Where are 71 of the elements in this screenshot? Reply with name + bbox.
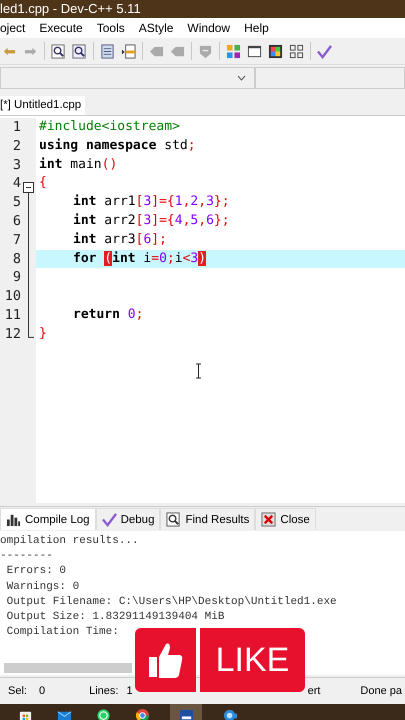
document-icon[interactable] [100, 44, 115, 58]
log-line: Compilation Time: [6, 625, 120, 640]
mail-icon [56, 710, 72, 720]
scrollbar-thumb[interactable] [4, 663, 132, 673]
line-number: 11 [4, 306, 22, 325]
code-line: return 0; [72, 306, 144, 324]
line-number: 5 [12, 193, 22, 212]
panel-tab[interactable]: Compile Log [0, 508, 96, 530]
goto-line-icon[interactable] [121, 44, 136, 58]
line-number: 1 [12, 118, 22, 137]
log-line: ompilation results... [0, 534, 140, 549]
line-number: 8 [12, 250, 22, 268]
code-line: using namespace std; [38, 136, 197, 155]
camera-icon [223, 709, 237, 720]
chevron-down-icon [237, 75, 246, 81]
taskbar-button[interactable] [170, 704, 202, 720]
fold-marker-icon[interactable] [23, 182, 35, 339]
like-badge: LIKE [200, 628, 305, 692]
menu-item[interactable]: Tools [96, 21, 125, 35]
browser-icon [135, 708, 149, 720]
status-value: 1 [126, 685, 133, 697]
line-number: 7 [12, 230, 22, 250]
line-number: 6 [12, 212, 22, 231]
palette-icon[interactable] [268, 44, 283, 58]
log-line: -------- [0, 549, 54, 564]
status-label: Lines: [89, 685, 118, 697]
status-value: 0 [38, 685, 46, 697]
status-value: ert [308, 685, 320, 697]
line-number: 4 [12, 174, 22, 194]
line-number: 3 [12, 156, 22, 174]
menu-item[interactable]: AStyle [138, 21, 174, 35]
bar-chart-icon [6, 512, 21, 527]
code-line: #include<iostream> [38, 118, 181, 136]
log-line: Output Filename: C:\Users\HP\Desktop\Untitled1.exe [6, 594, 338, 610]
menu-item[interactable]: Execute [39, 21, 83, 35]
search-icon [166, 512, 182, 527]
line-number: 10 [4, 287, 22, 306]
menu-item[interactable]: Help [244, 21, 269, 35]
line-number: 9 [12, 268, 22, 288]
window-title: led1.cpp - Dev-C++ 5.11 [0, 0, 405, 18]
chat-icon [96, 708, 110, 720]
file-tab[interactable]: [*] Untitled1.cpp [0, 96, 86, 115]
log-line: Output Size: 1.83291149139404 MiB [6, 610, 226, 626]
code-line: int arr3[6]; [72, 230, 168, 249]
check-icon[interactable] [317, 44, 332, 58]
app-icon [179, 709, 193, 720]
log-line: Warnings: 0 [6, 580, 80, 595]
code-line: } [38, 324, 48, 343]
status-label: Sel: [8, 685, 27, 697]
line-number: 2 [12, 136, 22, 156]
code-line: int arr1[3]={1,2,3}; [72, 193, 231, 212]
code-line: int main() [38, 156, 118, 174]
panel-tab[interactable]: Find Results [160, 508, 256, 530]
panel-tab[interactable]: Debug [96, 508, 160, 530]
store-icon [19, 711, 31, 720]
window-icon[interactable] [247, 44, 262, 58]
menu-item[interactable]: Window [187, 21, 230, 35]
code-line: int arr2[3]={4,5,6}; [72, 212, 231, 230]
panel-tab[interactable]: Close [255, 508, 316, 530]
check-icon [102, 512, 117, 527]
log-line: Errors: 0 [6, 564, 68, 580]
code-line: { [38, 174, 48, 192]
menu-item[interactable]: oject [0, 21, 26, 35]
tiles-icon[interactable] [289, 44, 304, 58]
search-icon[interactable] [51, 44, 66, 58]
text-cursor-icon [195, 363, 202, 379]
replace-icon[interactable] [72, 44, 87, 58]
close-icon [261, 512, 276, 527]
grid-icon[interactable] [226, 44, 241, 58]
status-message: Done pa [360, 685, 402, 697]
line-number: 12 [4, 324, 22, 344]
